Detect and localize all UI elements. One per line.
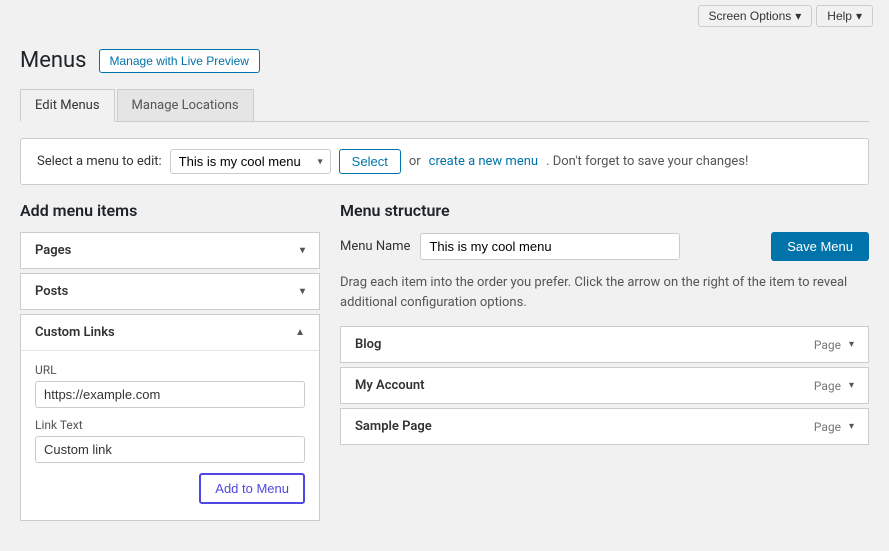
notice-or-text: or bbox=[409, 154, 421, 169]
url-field: URL bbox=[35, 363, 305, 408]
add-to-menu-button[interactable]: Add to Menu bbox=[199, 473, 305, 504]
sample-page-item-right: Page ▾ bbox=[814, 420, 854, 434]
menu-structure-panel: Menu structure Menu Name Save Menu Drag … bbox=[340, 201, 869, 449]
select-button[interactable]: Select bbox=[339, 149, 401, 174]
menu-select-dropdown[interactable]: This is my cool menu bbox=[170, 149, 331, 174]
page-wrapper: Screen Options ▾ Help ▾ Menus Manage wit… bbox=[0, 0, 889, 551]
blog-item-title: Blog bbox=[355, 337, 381, 352]
tab-manage-locations[interactable]: Manage Locations bbox=[117, 89, 254, 121]
menu-item-my-account: My Account Page ▾ bbox=[340, 367, 869, 404]
menu-name-input[interactable] bbox=[420, 233, 680, 260]
custom-links-content: URL Link Text Add to Menu bbox=[21, 350, 319, 520]
two-column-layout: Add menu items Pages ▾ Posts ▾ bbox=[20, 201, 869, 525]
posts-accordion-arrow-icon: ▾ bbox=[300, 286, 305, 297]
link-text-input[interactable] bbox=[35, 436, 305, 463]
create-new-menu-link[interactable]: create a new menu bbox=[429, 154, 538, 169]
pages-accordion-arrow-icon: ▾ bbox=[300, 245, 305, 256]
posts-accordion: Posts ▾ bbox=[20, 273, 320, 310]
custom-links-accordion-header[interactable]: Custom Links ▲ bbox=[21, 315, 319, 350]
menu-select-wrapper: This is my cool menu ▾ bbox=[170, 149, 331, 174]
posts-accordion-header[interactable]: Posts ▾ bbox=[21, 274, 319, 309]
title-row: Menus Manage with Live Preview bbox=[20, 48, 869, 73]
blog-item-expand-icon[interactable]: ▾ bbox=[849, 339, 854, 350]
drag-hint-text: Drag each item into the order you prefer… bbox=[340, 273, 869, 312]
custom-links-accordion-label: Custom Links bbox=[35, 325, 115, 340]
my-account-item-title: My Account bbox=[355, 378, 425, 393]
pages-accordion-header[interactable]: Pages ▾ bbox=[21, 233, 319, 268]
screen-options-label: Screen Options bbox=[709, 9, 792, 23]
save-menu-button[interactable]: Save Menu bbox=[771, 232, 869, 261]
link-text-field: Link Text bbox=[35, 418, 305, 463]
my-account-item-expand-icon[interactable]: ▾ bbox=[849, 380, 854, 391]
blog-item-right: Page ▾ bbox=[814, 338, 854, 352]
sample-page-item-title: Sample Page bbox=[355, 419, 432, 434]
menu-structure-title: Menu structure bbox=[340, 201, 869, 220]
page-title: Menus bbox=[20, 48, 87, 73]
posts-accordion-label: Posts bbox=[35, 284, 68, 299]
menu-items-list: Blog Page ▾ My Account Page ▾ bbox=[340, 326, 869, 445]
screen-options-arrow-icon: ▾ bbox=[795, 9, 801, 23]
screen-options-button[interactable]: Screen Options ▾ bbox=[698, 5, 813, 27]
my-account-item-type: Page bbox=[814, 379, 841, 393]
select-menu-label: Select a menu to edit: bbox=[37, 154, 162, 169]
menu-name-label: Menu Name bbox=[340, 239, 410, 254]
custom-links-accordion-arrow-icon: ▲ bbox=[295, 327, 305, 338]
notice-bar: Select a menu to edit: This is my cool m… bbox=[20, 138, 869, 185]
menu-structure-header: Menu Name Save Menu bbox=[340, 232, 869, 261]
live-preview-button[interactable]: Manage with Live Preview bbox=[99, 49, 260, 73]
notice-suffix-text: . Don't forget to save your changes! bbox=[546, 154, 748, 169]
link-text-label: Link Text bbox=[35, 418, 305, 432]
help-label: Help bbox=[827, 9, 852, 23]
main-content: Menus Manage with Live Preview Edit Menu… bbox=[0, 32, 889, 541]
blog-item-type: Page bbox=[814, 338, 841, 352]
add-menu-items-panel: Add menu items Pages ▾ Posts ▾ bbox=[20, 201, 320, 525]
url-label: URL bbox=[35, 363, 305, 377]
tabs: Edit Menus Manage Locations bbox=[20, 89, 869, 122]
custom-links-accordion: Custom Links ▲ URL Link Text bbox=[20, 314, 320, 521]
sample-page-item-type: Page bbox=[814, 420, 841, 434]
url-input[interactable] bbox=[35, 381, 305, 408]
pages-accordion: Pages ▾ bbox=[20, 232, 320, 269]
menu-item-blog: Blog Page ▾ bbox=[340, 326, 869, 363]
menu-name-row: Menu Name bbox=[340, 233, 680, 260]
top-bar: Screen Options ▾ Help ▾ bbox=[0, 0, 889, 32]
help-button[interactable]: Help ▾ bbox=[816, 5, 873, 27]
pages-accordion-label: Pages bbox=[35, 243, 71, 258]
tab-edit-menus[interactable]: Edit Menus bbox=[20, 89, 115, 122]
help-arrow-icon: ▾ bbox=[856, 9, 862, 23]
sample-page-item-expand-icon[interactable]: ▾ bbox=[849, 421, 854, 432]
menu-item-sample-page: Sample Page Page ▾ bbox=[340, 408, 869, 445]
add-menu-items-title: Add menu items bbox=[20, 201, 320, 220]
my-account-item-right: Page ▾ bbox=[814, 379, 854, 393]
